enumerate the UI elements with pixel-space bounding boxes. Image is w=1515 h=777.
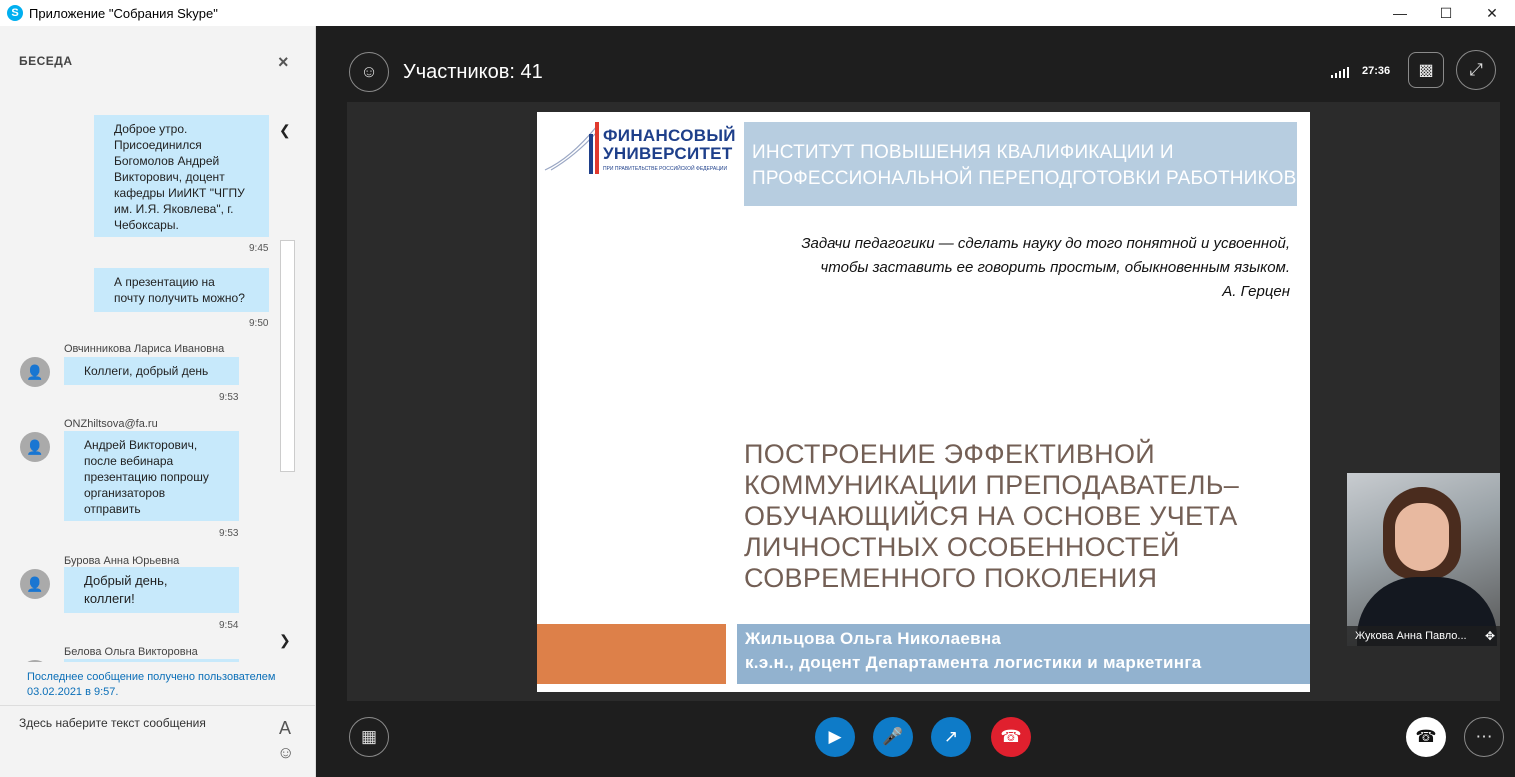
scrollbar[interactable] <box>280 240 295 472</box>
phone-icon[interactable]: ☎ <box>1406 717 1446 757</box>
message-bubble: Андрей Викторович, после вебинара презен… <box>64 431 239 521</box>
participants-count: Участников: 41 <box>403 61 543 83</box>
quote-line: Задачи педагогики — сделать науку до тог… <box>801 235 1290 252</box>
orange-accent-block <box>537 624 726 684</box>
message-list[interactable]: Доброе утро. Присоединился Богомолов Анд… <box>0 26 316 662</box>
video-participant-name: Жукова Анна Павло... <box>1347 626 1500 646</box>
quote-line: чтобы заставить ее говорить простым, обы… <box>820 259 1290 276</box>
window-title: Приложение "Собрания Skype" <box>29 5 218 21</box>
microphone-muted-icon[interactable]: 🎤 <box>873 717 913 757</box>
message-time: 9:53 <box>219 528 239 539</box>
presentation-slide: ФИНАНСОВЫЙ УНИВЕРСИТЕТ ПРИ ПРАВИТЕЛЬСТВЕ… <box>537 112 1310 692</box>
meeting-stage: ☺ Участников: 41 27:36 ▩ ⤢ ФИНАНСОВЫЙ УН… <box>316 26 1515 777</box>
close-icon[interactable]: ✕ <box>1469 0 1515 26</box>
emoji-icon[interactable]: ☺ <box>277 743 294 763</box>
slide-title-line: КОММУНИКАЦИИ ПРЕПОДАВАТЕЛЬ– <box>744 470 1240 500</box>
author-title: к.э.н., доцент Департамента логистики и … <box>745 653 1202 672</box>
call-timer: 27:36 <box>1362 65 1391 77</box>
university-logo-icon <box>544 122 599 174</box>
message-input[interactable]: Здесь наберите текст сообщения <box>19 716 206 730</box>
video-camera-icon[interactable]: ▶ <box>815 717 855 757</box>
message-bubble: А презентацию на почту получить можно? <box>94 268 269 312</box>
chat-toggle-icon[interactable]: ▦ <box>349 717 389 757</box>
layout-switch-icon[interactable]: ▩ <box>1408 52 1444 88</box>
logo-text: УНИВЕРСИТЕТ <box>603 144 733 163</box>
slide-title: ПОСТРОЕНИЕ ЭФФЕКТИВНОЙ КОММУНИКАЦИИ ПРЕП… <box>744 439 1264 594</box>
logo-subtitle: ПРИ ПРАВИТЕЛЬСТВЕ РОССИЙСКОЙ ФЕДЕРАЦИИ <box>603 166 728 172</box>
minimize-icon[interactable]: — <box>1377 0 1423 26</box>
video-person-face <box>1395 503 1449 571</box>
message-time: 9:53 <box>219 392 239 403</box>
author-banner: Жильцова Ольга Николаевна к.э.н., доцент… <box>737 624 1310 684</box>
avatar: 👤 <box>20 660 50 662</box>
slide-quote: Задачи педагогики — сделать науку до тог… <box>801 232 1290 304</box>
font-format-icon[interactable]: A <box>279 718 291 739</box>
message-bubble: Добрый день, коллеги! <box>64 567 239 613</box>
slide-title-line: СОВРЕМЕННОГО ПОКОЛЕНИЯ <box>744 563 1158 593</box>
institute-line: ИНСТИТУТ ПОВЫШЕНИЯ КВАЛИФИКАЦИИ И <box>752 142 1174 163</box>
message-bubble <box>64 659 239 662</box>
signal-icon <box>1331 66 1349 78</box>
last-message-info: Последнее сообщение получено пользовател… <box>27 671 276 698</box>
window-controls: — ☐ ✕ <box>1377 0 1515 26</box>
scroll-up-icon[interactable]: ❮ <box>279 122 291 139</box>
hang-up-icon[interactable]: ☎ <box>991 717 1031 757</box>
participant-video[interactable]: Жукова Анна Павло... ✥ <box>1347 473 1500 646</box>
skype-icon: S <box>7 5 23 21</box>
title-bar: S Приложение "Собрания Skype" — ☐ ✕ <box>0 0 1515 26</box>
maximize-icon[interactable]: ☐ <box>1423 0 1469 26</box>
message-bubble: Коллеги, добрый день <box>64 357 239 385</box>
institute-line: ПРОФЕССИОНАЛЬНОЙ ПЕРЕПОДГОТОВКИ РАБОТНИК… <box>752 168 1297 189</box>
message-bubble: Доброе утро. Присоединился Богомолов Анд… <box>94 115 269 237</box>
chat-pane: БЕСЕДА × Доброе утро. Присоединился Бого… <box>0 26 316 777</box>
message-time: 9:45 <box>249 243 269 254</box>
more-options-icon[interactable]: ⋯ <box>1464 717 1504 757</box>
institute-banner: ИНСТИТУТ ПОВЫШЕНИЯ КВАЛИФИКАЦИИ И ПРОФЕС… <box>744 122 1297 206</box>
slide-title-line: ОБУЧАЮЩИЙСЯ НА ОСНОВЕ УЧЕТА <box>744 501 1238 531</box>
move-icon[interactable]: ✥ <box>1485 629 1495 643</box>
slide-title-line: ПОСТРОЕНИЕ ЭФФЕКТИВНОЙ <box>744 439 1155 469</box>
message-sender: Белова Ольга Викторовна <box>64 646 198 658</box>
participants-icon[interactable]: ☺ <box>349 52 389 92</box>
scroll-down-icon[interactable]: ❯ <box>279 632 291 649</box>
message-sender: ONZhiltsova@fa.ru <box>64 418 158 430</box>
fullscreen-icon[interactable]: ⤢ <box>1456 50 1496 90</box>
slide-title-line: ЛИЧНОСТНЫХ ОСОБЕННОСТЕЙ <box>744 532 1180 562</box>
avatar: 👤 <box>20 357 50 387</box>
message-time: 9:50 <box>249 318 269 329</box>
quote-author: А. Герцен <box>1222 283 1290 300</box>
avatar: 👤 <box>20 432 50 462</box>
screen-share-icon[interactable]: ↗ <box>931 717 971 757</box>
message-sender: Овчинникова Лариса Ивановна <box>64 343 225 355</box>
message-time: 9:54 <box>219 620 239 631</box>
author-name: Жильцова Ольга Николаевна <box>745 629 1002 648</box>
logo-text: ФИНАНСОВЫЙ <box>603 126 736 145</box>
message-sender: Бурова Анна Юрьевна <box>64 555 180 567</box>
avatar: 👤 <box>20 569 50 599</box>
divider <box>0 705 316 706</box>
